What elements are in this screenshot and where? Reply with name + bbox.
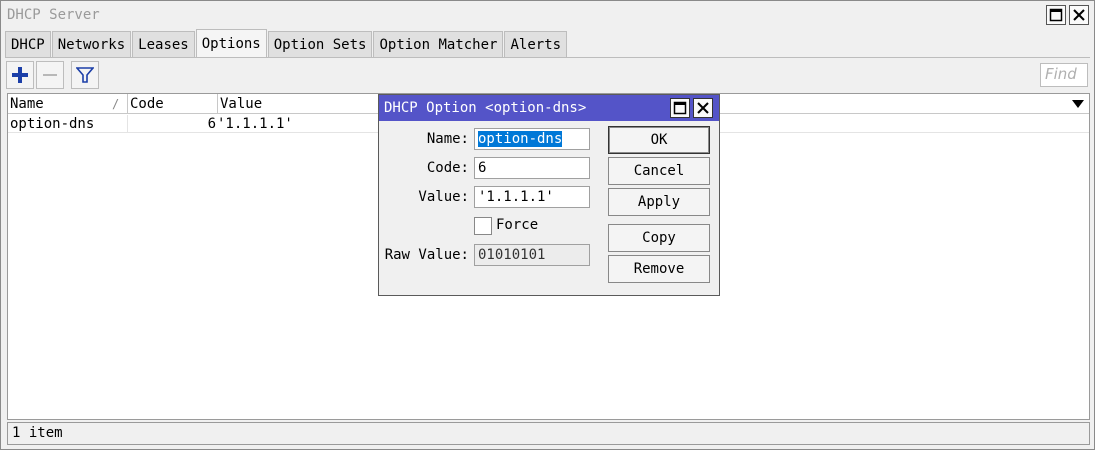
tab-options[interactable]: Options bbox=[195, 29, 267, 57]
maximize-icon bbox=[673, 101, 687, 115]
ok-button[interactable]: OK bbox=[608, 126, 710, 154]
sort-indicator: / bbox=[112, 97, 120, 111]
minus-icon bbox=[43, 74, 57, 76]
tab-option-matcher[interactable]: Option Matcher bbox=[373, 31, 504, 57]
dialog-title: DHCP Option <option-dns> bbox=[384, 100, 587, 116]
close-button[interactable] bbox=[1069, 5, 1089, 25]
apply-button[interactable]: Apply bbox=[608, 188, 710, 216]
raw-value-field: 01010101 bbox=[474, 244, 590, 266]
filter-button[interactable] bbox=[71, 61, 99, 89]
force-label: Force bbox=[496, 217, 539, 233]
value-label: Value: bbox=[418, 189, 469, 205]
name-label: Name: bbox=[426, 131, 469, 147]
raw-value-label: Raw Value: bbox=[384, 247, 469, 263]
remove-button[interactable] bbox=[36, 61, 64, 89]
dhcp-option-dialog: DHCP Option <option-dns> Name: option-dn… bbox=[378, 94, 720, 296]
column-menu-icon[interactable] bbox=[1071, 98, 1085, 110]
dialog-close-button[interactable] bbox=[693, 98, 713, 118]
dialog-titlebar[interactable]: DHCP Option <option-dns> bbox=[379, 95, 719, 121]
code-label: Code: bbox=[426, 160, 469, 176]
tab-dhcp[interactable]: DHCP bbox=[5, 31, 51, 57]
code-field[interactable]: 6 bbox=[474, 157, 590, 179]
close-icon bbox=[697, 102, 709, 114]
copy-button[interactable]: Copy bbox=[608, 224, 710, 252]
tab-networks[interactable]: Networks bbox=[51, 31, 132, 57]
tab-bar: DHCP Networks Leases Options Option Sets… bbox=[5, 29, 568, 57]
add-button[interactable] bbox=[6, 61, 34, 89]
dhcp-server-window: DHCP Server DHCP Networks Leases Options… bbox=[0, 0, 1095, 450]
column-header-name[interactable]: Name / bbox=[8, 94, 128, 114]
row-value: '1.1.1.1' bbox=[217, 116, 293, 132]
tab-leases[interactable]: Leases bbox=[132, 31, 195, 57]
close-icon bbox=[1073, 9, 1085, 21]
maximize-button[interactable] bbox=[1046, 5, 1066, 25]
row-code: 6 bbox=[207, 116, 216, 132]
filter-icon bbox=[76, 67, 94, 83]
window-titlebar[interactable]: DHCP Server bbox=[1, 1, 1094, 29]
status-bar: 1 item bbox=[7, 422, 1090, 445]
column-header-name-label: Name bbox=[10, 96, 44, 112]
tab-alerts[interactable]: Alerts bbox=[504, 31, 568, 57]
remove-dialog-button[interactable]: Remove bbox=[608, 255, 710, 283]
row-name: option-dns bbox=[10, 116, 95, 132]
force-checkbox[interactable] bbox=[474, 217, 492, 235]
value-field[interactable]: '1.1.1.1' bbox=[474, 186, 590, 208]
toolbar-divider bbox=[5, 57, 1090, 58]
find-input[interactable]: Find bbox=[1040, 63, 1088, 87]
name-field[interactable]: option-dns bbox=[474, 128, 590, 150]
cancel-button[interactable]: Cancel bbox=[608, 157, 710, 185]
dialog-maximize-button[interactable] bbox=[670, 98, 690, 118]
column-header-code[interactable]: Code bbox=[128, 94, 218, 114]
status-text: 1 item bbox=[12, 425, 63, 441]
maximize-icon bbox=[1049, 8, 1063, 22]
name-field-value: option-dns bbox=[478, 131, 563, 147]
plus-icon bbox=[12, 67, 28, 83]
window-title: DHCP Server bbox=[7, 7, 100, 23]
tab-option-sets[interactable]: Option Sets bbox=[267, 31, 373, 57]
